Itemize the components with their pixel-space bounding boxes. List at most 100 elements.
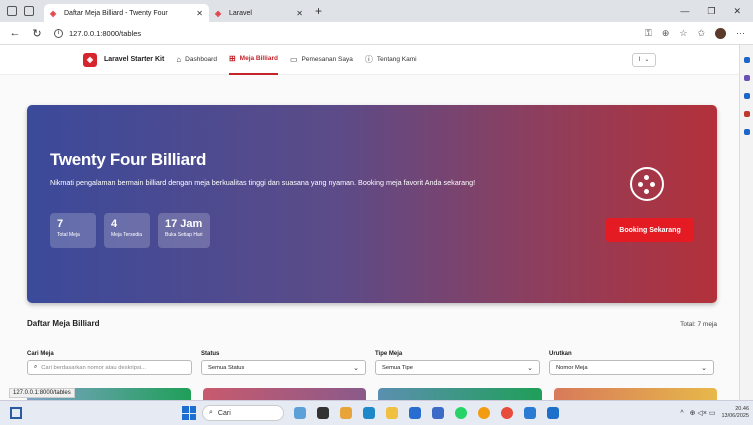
- filter-label: Status: [201, 351, 220, 357]
- windows-start-icon[interactable]: [182, 406, 196, 420]
- user-initial: I: [638, 56, 641, 63]
- nav-pemesanan[interactable]: ▭ Pemesanan Saya: [290, 45, 353, 75]
- browser-sidebar: [739, 45, 753, 400]
- task-view-icon[interactable]: [317, 407, 329, 419]
- store-icon[interactable]: [409, 407, 421, 419]
- workspaces-icon[interactable]: [7, 6, 17, 16]
- chevron-down-icon: ⌄: [701, 364, 707, 372]
- profile-avatar[interactable]: [715, 27, 726, 39]
- stat-label: Total Meja: [57, 232, 80, 238]
- table-card[interactable]: [202, 388, 366, 400]
- clock[interactable]: 20.46 13/06/2025: [721, 406, 749, 420]
- booking-now-button[interactable]: Booking Sekarang: [606, 218, 694, 242]
- stat-value: 4: [111, 218, 118, 230]
- hero-title: Twenty Four Billiard: [50, 150, 207, 169]
- search-placeholder: Cari berdasarkan nomor atau deskripsi...: [41, 364, 146, 371]
- search-icon: ⌕: [34, 364, 38, 370]
- file-explorer-icon[interactable]: [386, 407, 398, 419]
- close-tab-icon[interactable]: ✕: [296, 9, 303, 18]
- close-window-icon[interactable]: ✕: [733, 6, 741, 17]
- outlook-icon[interactable]: [743, 129, 750, 135]
- info-icon: ⓘ: [364, 55, 373, 64]
- nav-tentang[interactable]: ⓘ Tentang Kami: [365, 45, 417, 75]
- table-card[interactable]: [378, 388, 542, 400]
- filter-label: Urutkan: [549, 351, 572, 357]
- app-icon[interactable]: [547, 407, 559, 419]
- reload-icon[interactable]: ↻: [30, 27, 44, 40]
- table-card[interactable]: [553, 388, 717, 400]
- hero-stats: 7 Total Meja 4 Meja Tersedia 17 Jam Buka…: [50, 213, 210, 248]
- more-icon[interactable]: ⋯: [736, 28, 745, 39]
- site-info-icon[interactable]: i: [54, 28, 63, 38]
- edge-icon[interactable]: [363, 407, 375, 419]
- app-icon[interactable]: [478, 407, 490, 419]
- chevron-up-icon[interactable]: ^: [680, 410, 683, 417]
- chevron-down-icon: ⌄: [353, 364, 359, 372]
- close-tab-icon[interactable]: ✕: [196, 9, 203, 18]
- address-bar[interactable]: i 127.0.0.1:8000/tables: [54, 28, 142, 38]
- widgets-icon[interactable]: [10, 407, 22, 419]
- user-menu[interactable]: I ⌄: [632, 52, 656, 67]
- filter-label: Tipe Meja: [375, 351, 403, 357]
- opera-icon[interactable]: [501, 407, 513, 419]
- stat-label: Buka Setiap Hari: [165, 232, 203, 238]
- nav-meja-billiard[interactable]: ⊞ Meja Billiard: [228, 45, 278, 75]
- restore-icon[interactable]: ❐: [707, 6, 715, 17]
- favorite-star-icon[interactable]: ☆: [679, 28, 687, 39]
- favorites-icon[interactable]: ✩: [697, 28, 705, 39]
- stat-value: 7: [57, 218, 64, 230]
- new-tab-button[interactable]: +: [315, 4, 322, 18]
- browser-toolbar: ⚿ ⊕ ☆ ✩ ⋯: [645, 27, 753, 39]
- stat-jam-buka: 17 Jam Buka Setiap Hari: [158, 213, 210, 248]
- stat-value: 17 Jam: [165, 218, 203, 230]
- network-volume-icon[interactable]: ⊕ ◁× ▭: [690, 409, 716, 417]
- shopping-icon[interactable]: [743, 75, 750, 81]
- total-count: Total: 7 meja: [680, 321, 717, 328]
- hero-description: Nikmati pengalaman bermain billiard deng…: [50, 178, 476, 187]
- vscode-icon[interactable]: [524, 407, 536, 419]
- whatsapp-icon[interactable]: [455, 407, 467, 419]
- calendar-icon: ▭: [289, 55, 298, 64]
- stat-total-meja: 7 Total Meja: [50, 213, 96, 248]
- word-icon[interactable]: [432, 407, 444, 419]
- tab-actions-icon[interactable]: [24, 6, 34, 16]
- filter-type-group: Tipe Meja Semua Tipe ⌄: [375, 351, 540, 375]
- window-controls: — ❐ ✕: [680, 6, 753, 17]
- search-icon: ⌕: [209, 409, 213, 416]
- sort-select[interactable]: Nomor Meja ⌄: [549, 360, 714, 375]
- billiard-ball-icon: [630, 167, 664, 201]
- laravel-logo-icon[interactable]: ◈: [83, 52, 97, 67]
- app-icon[interactable]: [340, 407, 352, 419]
- type-select[interactable]: Semua Tipe ⌄: [375, 360, 540, 375]
- select-value: Nomor Meja: [556, 364, 588, 371]
- grid-icon: ⊞: [228, 54, 236, 63]
- zoom-icon[interactable]: ⊕: [662, 28, 670, 39]
- copilot-icon[interactable]: [743, 57, 750, 63]
- nav-dashboard[interactable]: ⌂ Dashboard: [176, 45, 217, 75]
- taskbar-search[interactable]: ⌕ Cari: [202, 405, 284, 421]
- back-icon[interactable]: ←: [8, 27, 22, 39]
- url-text: 127.0.0.1:8000/tables: [69, 28, 142, 38]
- key-icon[interactable]: ⚿: [645, 28, 652, 39]
- weather-icon[interactable]: [294, 407, 306, 419]
- status-select[interactable]: Semua Status ⌄: [201, 360, 366, 375]
- filter-sort-group: Urutkan Nomor Meja ⌄: [549, 351, 714, 375]
- tab-active[interactable]: ◈ Daftar Meja Billiard - Twenty Four ✕: [44, 4, 209, 22]
- nav-label: Dashboard: [185, 56, 217, 63]
- search-input[interactable]: ⌕ Cari berdasarkan nomor atau deskripsi.…: [27, 360, 192, 375]
- games-icon[interactable]: [743, 111, 750, 117]
- section-title: Daftar Meja Billiard: [27, 319, 100, 328]
- laravel-favicon-icon: ◈: [215, 8, 222, 18]
- stat-label: Meja Tersedia: [111, 232, 143, 238]
- filter-bar: Cari Meja ⌕ Cari berdasarkan nomor atau …: [27, 351, 717, 375]
- tools-icon[interactable]: [743, 93, 750, 99]
- minimize-icon[interactable]: —: [680, 6, 689, 17]
- nav-label: Tentang Kami: [376, 56, 417, 63]
- tab-title: Daftar Meja Billiard - Twenty Four: [64, 9, 168, 17]
- taskbar-search-label: Cari: [217, 409, 231, 417]
- chevron-down-icon: ⌄: [527, 364, 533, 372]
- tab-laravel[interactable]: ◈ Laravel ✕: [209, 4, 309, 22]
- windows-taskbar: ⌕ Cari ^ ⊕ ◁× ▭ 20.46 13/06/2025: [0, 400, 753, 425]
- brand-name[interactable]: Laravel Starter Kit: [104, 56, 164, 63]
- taskbar-apps: [294, 407, 559, 419]
